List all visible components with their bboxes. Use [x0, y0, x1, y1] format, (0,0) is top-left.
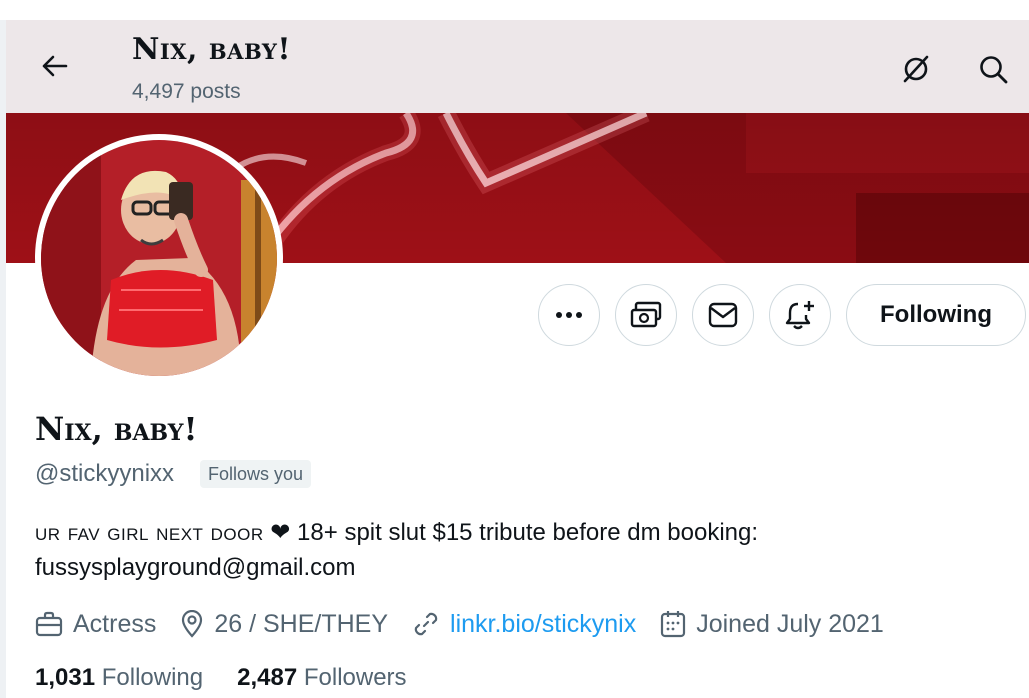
website-link[interactable]: linkr.bio/stickynix — [450, 610, 636, 639]
location-pin-icon — [182, 610, 203, 638]
profile-bio: ur fav girl next door ❤ 18+ spit slut $1… — [35, 515, 995, 585]
arrow-left-icon — [42, 55, 68, 77]
display-name: Nix, baby! — [35, 410, 198, 448]
profession-label: Actress — [73, 609, 157, 638]
following-count: 1,031 — [35, 664, 96, 691]
search-button[interactable] — [976, 52, 1010, 86]
followers-label: Followers — [303, 664, 407, 691]
grok-icon — [903, 55, 929, 83]
profile-meta: Actress 26 / SHE/THEY linkr.bio/stickyni… — [35, 607, 908, 641]
following-button[interactable]: Following — [846, 284, 1026, 346]
followers-count-link[interactable]: 2,487 Followers — [237, 664, 406, 692]
follow-stats: 1,031 Following 2,487 Followers — [35, 664, 441, 692]
join-date-label: Joined July 2021 — [696, 609, 884, 638]
location: 26 / SHE/THEY — [180, 610, 388, 639]
briefcase-icon — [35, 611, 63, 637]
join-date: Joined July 2021 — [660, 610, 884, 639]
profession: Actress — [35, 610, 156, 639]
more-icon — [556, 312, 582, 318]
follows-you-badge: Follows you — [200, 460, 312, 488]
header-post-count: 4,497 posts — [132, 80, 241, 103]
message-button[interactable] — [692, 284, 754, 346]
header-display-name: Nix, baby! — [132, 32, 292, 67]
search-icon — [980, 56, 1008, 84]
notify-bell-icon — [785, 301, 814, 330]
followers-count: 2,487 — [237, 664, 298, 691]
avatar — [41, 140, 277, 376]
tip-icon — [630, 301, 662, 328]
link-icon — [414, 612, 438, 636]
avatar-frame[interactable] — [35, 134, 283, 382]
user-handle: @stickyynixx — [35, 460, 175, 487]
notify-button[interactable] — [769, 284, 831, 346]
website[interactable]: linkr.bio/stickynix — [412, 610, 636, 639]
heart-icon: ❤ — [270, 519, 291, 546]
more-button[interactable] — [538, 284, 600, 346]
bio-intro: ur fav girl next door — [35, 519, 264, 546]
calendar-icon — [661, 611, 686, 638]
following-count-link[interactable]: 1,031 Following — [35, 664, 203, 692]
following-label: Following — [101, 664, 204, 691]
message-icon — [708, 302, 738, 328]
profile-header-bar: Nix, baby! 4,497 posts — [6, 20, 1029, 113]
location-label: 26 / SHE/THEY — [214, 609, 389, 638]
top-strip — [0, 0, 1029, 20]
back-button[interactable] — [36, 48, 72, 84]
tip-button[interactable] — [615, 284, 677, 346]
grok-button[interactable] — [899, 52, 933, 86]
